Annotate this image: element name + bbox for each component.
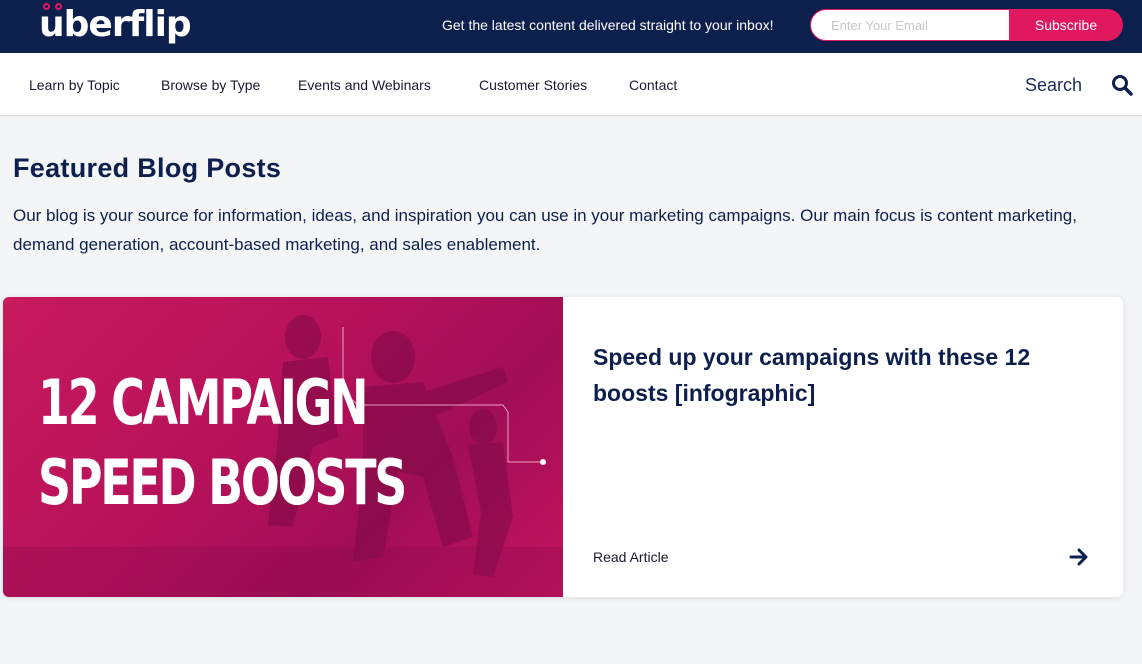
nav-item-contact[interactable]: Contact	[629, 77, 677, 93]
read-article-link[interactable]: Read Article	[593, 549, 668, 565]
search-label[interactable]: Search	[1025, 75, 1082, 96]
search-icon[interactable]	[1111, 74, 1133, 96]
logo-text: uberflip	[39, 4, 192, 45]
nav-item-browse-by-type[interactable]: Browse by Type	[161, 77, 260, 93]
page-description: Our blog is your source for information,…	[13, 206, 1077, 254]
nav-item-events-and-webinars[interactable]: Events and Webinars	[298, 77, 431, 93]
main-nav: Learn by Topic Browse by Type Events and…	[0, 53, 1142, 116]
subscribe-button[interactable]: Subscribe	[1009, 9, 1123, 41]
arrow-right-icon[interactable]	[1069, 547, 1089, 567]
nav-item-customer-stories[interactable]: Customer Stories	[479, 77, 587, 93]
featured-post-image[interactable]: 12 CAMPAIGN SPEED BOOSTS	[3, 297, 563, 597]
image-headline-line-1: 12 CAMPAIGN	[38, 366, 369, 439]
nav-item-learn-by-topic[interactable]: Learn by Topic	[29, 77, 120, 93]
featured-post-card[interactable]: 12 CAMPAIGN SPEED BOOSTS Speed up your c…	[3, 297, 1123, 597]
email-input[interactable]	[810, 9, 1010, 41]
logo-umlaut-icon	[43, 3, 62, 10]
logo-wordmark: uberflip	[39, 3, 192, 45]
page-title: Featured Blog Posts	[13, 153, 282, 183]
newsletter-promo-text: Get the latest content delivered straigh…	[442, 17, 774, 33]
uberflip-logo[interactable]: uberflip	[39, 3, 192, 46]
top-bar: uberflip Get the latest content delivere…	[0, 0, 1142, 53]
featured-post-title[interactable]: Speed up your campaigns with these 12 bo…	[593, 339, 1073, 411]
image-headline-line-2: SPEED BOOSTS	[38, 446, 407, 519]
